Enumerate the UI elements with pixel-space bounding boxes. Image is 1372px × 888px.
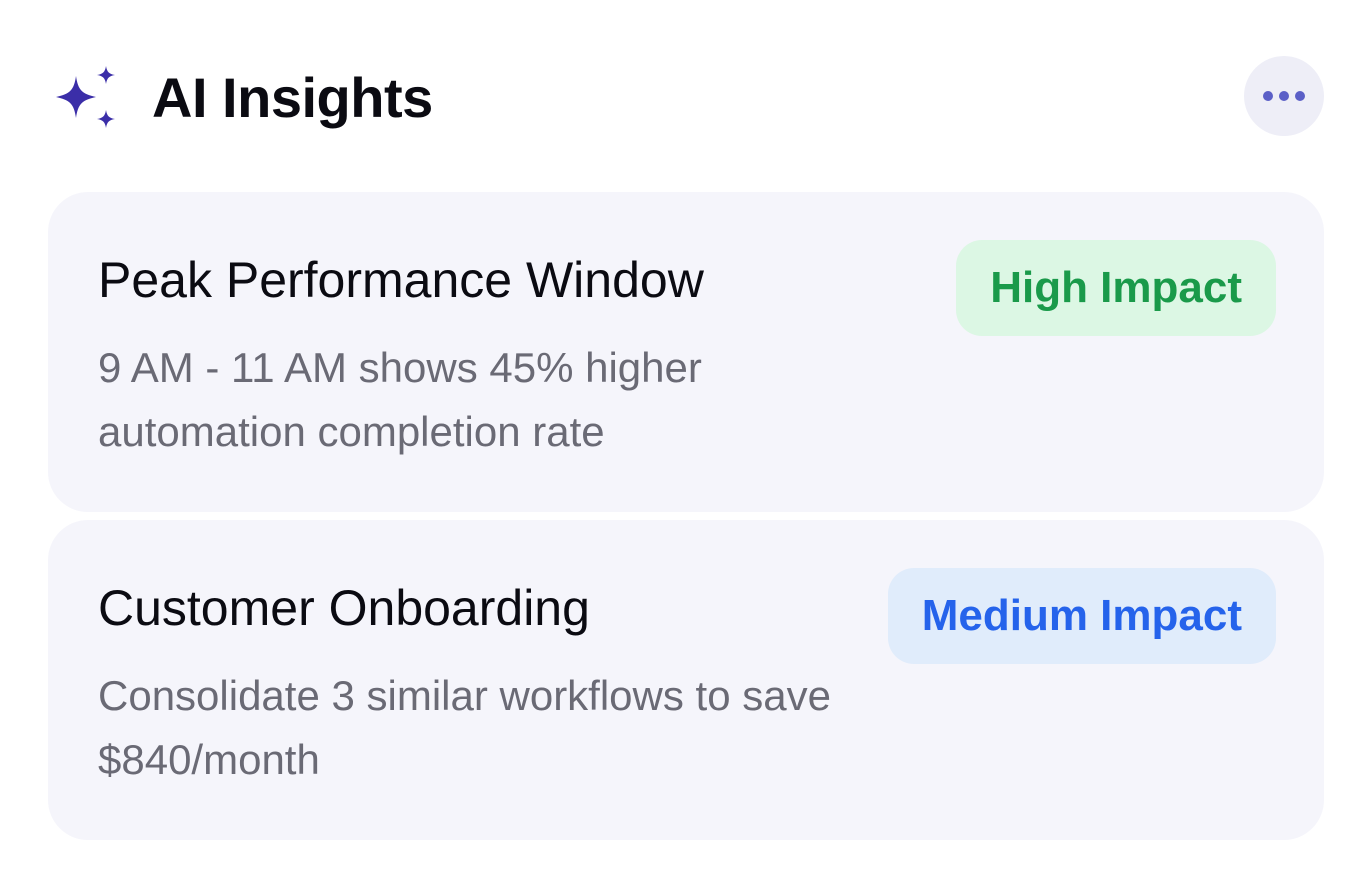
sparkles-icon [52,66,122,128]
insight-item[interactable]: Customer Onboarding Consolidate 3 simila… [48,520,1324,840]
impact-badge: High Impact [956,240,1276,336]
insight-title: Customer Onboarding [98,580,590,636]
card-header: AI Insights [52,56,1324,140]
more-options-button[interactable] [1244,56,1324,136]
card-title: AI Insights [152,66,433,129]
insight-description: Consolidate 3 similar workflows to save … [98,672,831,783]
insight-description: 9 AM - 11 AM shows 45% higher automation… [98,344,702,455]
ai-insights-card: AI Insights Peak Performance Window 9 AM… [0,0,1372,888]
impact-badge: Medium Impact [887,568,1276,664]
insight-item[interactable]: Peak Performance Window 9 AM - 11 AM sho… [48,192,1324,512]
insight-title: Peak Performance Window [98,252,704,308]
more-horizontal-icon [1261,89,1307,103]
